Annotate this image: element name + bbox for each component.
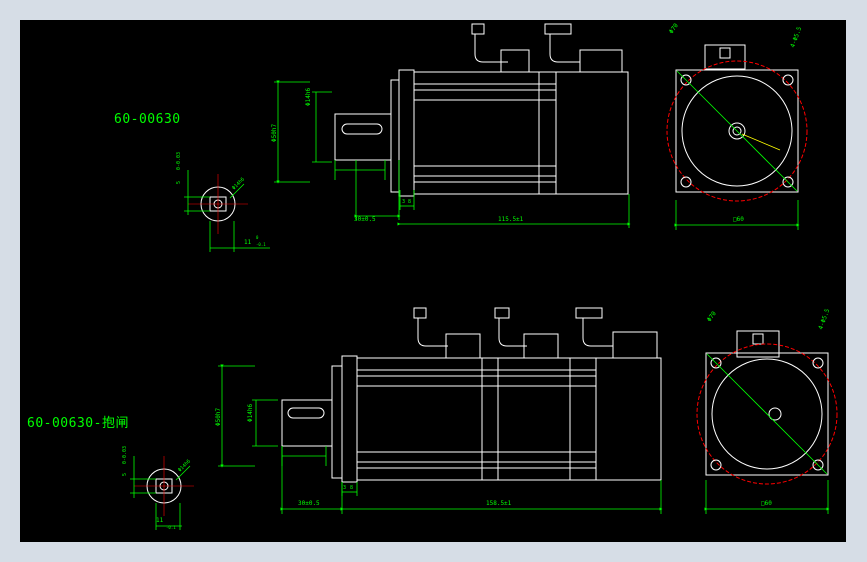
- top-dim-pcd: Φ70: [668, 22, 680, 35]
- top-dim-shaft-len: 30±0.5: [354, 216, 376, 223]
- drawing-canvas[interactable]: 30±0.5 115.5±1 3 8 Φ50h7 Φ14h6 □60 Φ70 4…: [20, 20, 846, 542]
- bottom-part-label: 60-00630-抱闸: [27, 416, 129, 431]
- top-shaft: [334, 113, 392, 161]
- bottom-dim-flange-gap2: 8: [350, 485, 353, 491]
- bottom-dim-pilot-dia: Φ50h7: [215, 408, 222, 426]
- cad-window-frame: 30±0.5 115.5±1 3 8 Φ50h7 Φ14h6 □60 Φ70 4…: [0, 0, 867, 562]
- top-dim-flange-gap2: 8: [408, 199, 411, 205]
- top-dim-key-h: 11: [244, 239, 252, 246]
- bottom-dim-flange-sq: □60: [761, 500, 772, 507]
- top-dim-shaft-dia: Φ14h6: [305, 88, 312, 106]
- bottom-keyway: [287, 407, 325, 419]
- bottom-flange: [341, 355, 358, 483]
- bottom-pilot: [331, 365, 343, 479]
- bottom-side-view: [281, 307, 662, 483]
- bottom-dim-shaft-len: 30±0.5: [298, 500, 320, 507]
- top-dim-key-w: 5: [176, 181, 182, 184]
- top-dim-key-h-tol-lo: -0.1: [256, 242, 266, 247]
- top-dim-flange-sq: □60: [733, 216, 744, 223]
- bottom-dim-keyway-tol: 0-0.03: [122, 446, 128, 464]
- bottom-dim-body-len: 158.5±1: [486, 500, 512, 507]
- bottom-dim-bolt-holes: 4-Φ5.5: [817, 308, 831, 331]
- bottom-front-view: [696, 330, 838, 514]
- bottom-dim-key-h-tol-lo: -0.1: [166, 525, 176, 530]
- bottom-dim-shaft-dia: Φ14h6: [247, 404, 254, 422]
- top-rear-cap: [555, 71, 629, 195]
- top-dim-bolt-holes: 4-Φ5.5: [789, 26, 803, 49]
- top-flange: [398, 69, 415, 197]
- bottom-dim-key-w: 5: [122, 473, 128, 476]
- top-dim-body-len: 115.5±1: [498, 216, 524, 223]
- top-dim-pilot-dia: Φ50h7: [271, 124, 278, 142]
- bottom-shaft: [281, 399, 333, 447]
- top-dim-flange-gap1: 3: [402, 199, 405, 205]
- top-pilot: [390, 79, 400, 193]
- top-dim-key-h-tol-up: 0: [256, 235, 259, 240]
- top-dim-keyway-tol: 0-0.03: [176, 152, 182, 170]
- bottom-dim-pcd: Φ70: [706, 310, 718, 323]
- top-part-label: 60-00630: [114, 112, 181, 127]
- bottom-dimensions: [218, 364, 663, 514]
- cad-drawing: 30±0.5 115.5±1 3 8 Φ50h7 Φ14h6 □60 Φ70 4…: [122, 22, 838, 530]
- bottom-dim-key-h: 11: [156, 517, 164, 524]
- top-front-view: [666, 44, 808, 230]
- bottom-dim-flange-gap1: 3: [343, 485, 346, 491]
- top-keyway: [341, 123, 383, 135]
- top-dimensions: [274, 80, 631, 228]
